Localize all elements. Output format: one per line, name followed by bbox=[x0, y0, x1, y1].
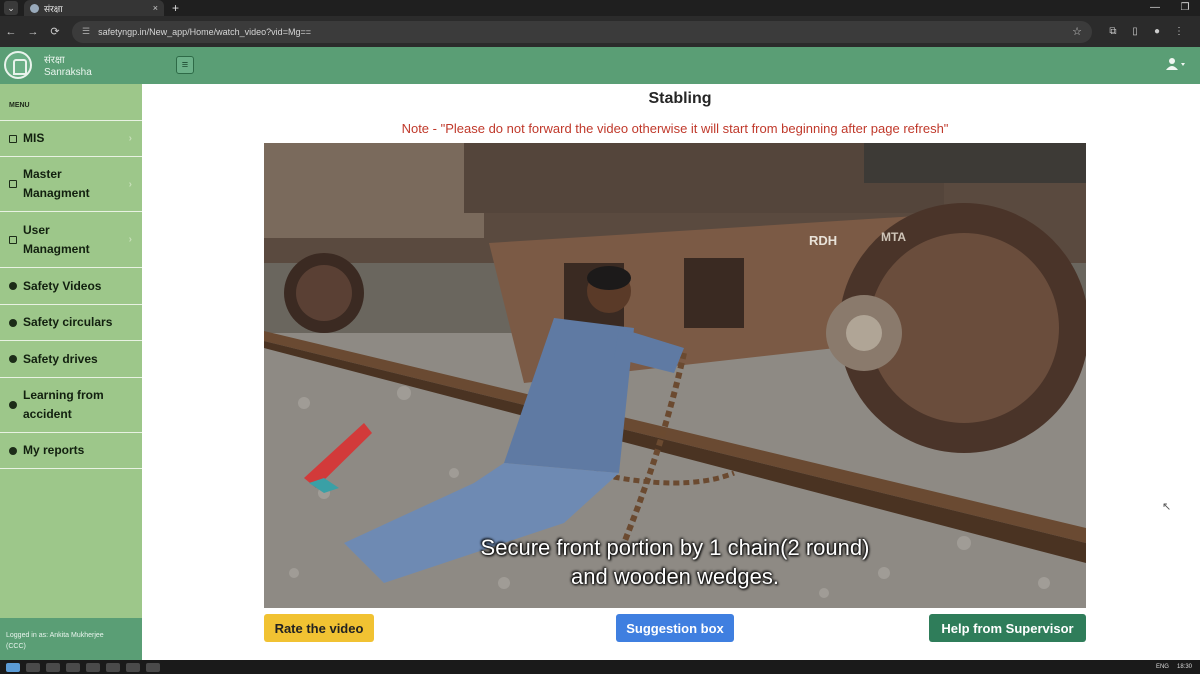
video-note: Note - "Please do not forward the video … bbox=[401, 121, 949, 136]
sidebar-item-safety-videos[interactable]: Safety Videos bbox=[0, 267, 142, 304]
reload-button[interactable]: ⟳ bbox=[44, 25, 66, 38]
url-text: safetyngp.in/New_app/Home/watch_video?vi… bbox=[98, 26, 311, 37]
sidebar-item-label: User Managment bbox=[23, 222, 90, 256]
sidebar-item-label: Safety circulars bbox=[23, 315, 113, 329]
sidebar-item-label: My reports bbox=[23, 443, 85, 457]
bullet-icon bbox=[9, 318, 17, 327]
browser-menu-icon[interactable]: ⋮ bbox=[1168, 26, 1190, 37]
suggestion-box-button[interactable]: Suggestion box bbox=[616, 614, 734, 642]
taskbar-app-icon[interactable] bbox=[46, 662, 60, 672]
tray-clock[interactable]: 18:30 bbox=[1177, 664, 1192, 670]
bullet-icon bbox=[9, 446, 17, 455]
window-controls: — ❐ bbox=[1140, 0, 1200, 16]
browser-tab[interactable]: संरक्षा × bbox=[24, 0, 164, 16]
tray-language[interactable]: ENG bbox=[1156, 664, 1169, 670]
taskbar-app-icon[interactable] bbox=[26, 662, 40, 672]
minimize-button[interactable]: — bbox=[1140, 0, 1170, 16]
favicon-icon bbox=[30, 3, 39, 13]
new-tab-button[interactable]: + bbox=[172, 1, 179, 15]
sidebar-item-label: Safety Videos bbox=[23, 278, 102, 293]
taskbar-app-icon[interactable] bbox=[146, 662, 160, 672]
sidebar-menu-heading: MENU bbox=[9, 102, 30, 109]
user-icon bbox=[1166, 58, 1185, 70]
brand-hindi: संरक्षा bbox=[44, 55, 65, 66]
forward-button[interactable]: → bbox=[22, 26, 44, 38]
sidebar-item-label: Safety drives bbox=[23, 351, 98, 366]
site-info-icon[interactable]: ☰ bbox=[82, 26, 90, 37]
taskbar-app-icon[interactable] bbox=[86, 662, 100, 672]
logged-in-info: Logged in as: Ankita Mukherjee (CCC) bbox=[0, 618, 142, 660]
video-caption-line-1: Secure front portion by 1 chain(2 round) bbox=[480, 535, 870, 560]
browser-tab-bar: ⌄ संरक्षा × + — ❐ bbox=[0, 0, 1200, 16]
maximize-button[interactable]: ❐ bbox=[1170, 0, 1200, 16]
tab-close-button[interactable]: × bbox=[153, 3, 158, 13]
sidebar-item-label: MIS bbox=[23, 131, 45, 145]
browser-toolbar: ← → ⟳ ☰ safetyngp.in/New_app/Home/watch_… bbox=[0, 16, 1200, 47]
system-tray: ENG 18:30 bbox=[1148, 660, 1192, 674]
stencil-text-mta: MTA bbox=[881, 230, 906, 244]
sidebar-item-label: Learning from accident bbox=[23, 388, 104, 421]
sanraksha-logo-icon bbox=[4, 51, 32, 79]
chevron-right-icon: › bbox=[128, 178, 132, 190]
sidebar-item-safety-drives[interactable]: Safety drives bbox=[0, 340, 142, 377]
os-taskbar: ENG 18:30 bbox=[0, 660, 1200, 674]
sidepanel-icon[interactable]: ▯ bbox=[1124, 26, 1146, 37]
tab-title: संरक्षा bbox=[44, 3, 63, 14]
taskbar-app-icon[interactable] bbox=[106, 662, 120, 672]
sidebar-item-master-managment[interactable]: Master Managment › bbox=[0, 156, 142, 211]
chevron-right-icon: › bbox=[128, 133, 132, 144]
app-header: संरक्षा Sanraksha ≡ bbox=[0, 47, 1200, 84]
chevron-right-icon: › bbox=[128, 234, 132, 245]
rate-video-button[interactable]: Rate the video bbox=[264, 614, 374, 642]
bullet-icon bbox=[9, 355, 17, 363]
sidebar-toggle-button[interactable]: ≡ bbox=[176, 56, 194, 74]
start-button-icon[interactable] bbox=[6, 662, 20, 672]
bullet-icon bbox=[9, 282, 17, 290]
sidebar-item-user-managment[interactable]: User Managment › bbox=[0, 211, 142, 267]
bookmark-star-icon[interactable]: ☆ bbox=[1072, 25, 1082, 38]
profile-icon[interactable]: ● bbox=[1146, 26, 1168, 37]
sidebar-item-label: Master Managment bbox=[23, 167, 90, 200]
sidebar-item-mis[interactable]: MIS › bbox=[0, 120, 142, 156]
taskbar-app-icon[interactable] bbox=[66, 662, 80, 672]
sidebar: MENU MIS › Master Managment › User Manag… bbox=[0, 84, 142, 660]
taskbar-app-icon[interactable] bbox=[126, 662, 140, 672]
back-button[interactable]: ← bbox=[0, 26, 22, 38]
page-title: Stabling bbox=[648, 90, 712, 107]
brand-name: Sanraksha bbox=[44, 67, 92, 78]
mouse-cursor-icon: ↖ bbox=[1162, 501, 1172, 513]
extensions-icon[interactable]: ⧉ bbox=[1102, 26, 1124, 37]
sidebar-item-safety-circulars[interactable]: Safety circulars bbox=[0, 304, 142, 340]
square-icon bbox=[9, 235, 17, 244]
square-icon bbox=[9, 180, 17, 188]
video-caption-line-2: and wooden wedges. bbox=[571, 564, 779, 589]
help-from-supervisor-button[interactable]: Help from Supervisor bbox=[929, 614, 1086, 642]
bullet-icon bbox=[9, 401, 17, 409]
toolbar-icons: ⧉ ▯ ● ⋮ bbox=[1102, 26, 1190, 37]
video-player[interactable]: RDH MTA Secure front portion by 1 chain(… bbox=[264, 143, 1086, 608]
tab-search-button[interactable]: ⌄ bbox=[4, 1, 18, 15]
square-icon bbox=[9, 134, 17, 143]
stencil-text-rdh: RDH bbox=[809, 233, 837, 248]
address-bar[interactable]: ☰ safetyngp.in/New_app/Home/watch_video?… bbox=[72, 20, 1092, 43]
sidebar-item-learning-from-accident[interactable]: Learning from accident bbox=[0, 377, 142, 432]
sidebar-item-my-reports[interactable]: My reports bbox=[0, 432, 142, 469]
user-menu-icon[interactable] bbox=[1166, 57, 1186, 74]
